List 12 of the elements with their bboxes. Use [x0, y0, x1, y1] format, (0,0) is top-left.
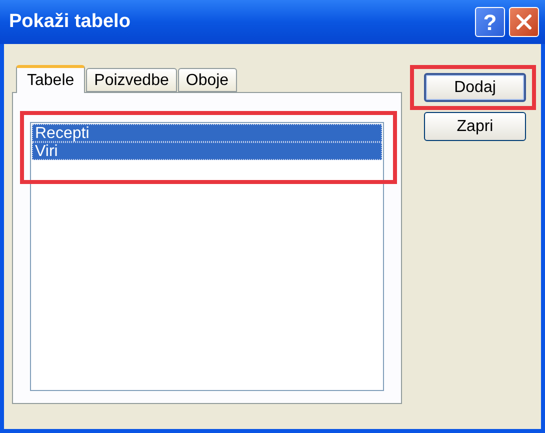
tab[interactable]: Poizvedbe: [86, 68, 177, 92]
close-icon: [516, 14, 532, 30]
dialog-button[interactable]: Dodaj: [424, 73, 526, 102]
help-button[interactable]: ?: [475, 7, 505, 37]
close-button[interactable]: [509, 7, 539, 37]
tab[interactable]: Tabele: [16, 65, 86, 93]
dialog-button[interactable]: Zapri: [424, 112, 526, 141]
window-title: Pokaži tabelo: [9, 10, 130, 34]
list-item[interactable]: Viri: [32, 142, 382, 160]
table-list[interactable]: Recepti Viri: [30, 122, 384, 391]
list-item[interactable]: Recepti: [32, 124, 382, 142]
tab[interactable]: Oboje: [178, 68, 237, 92]
